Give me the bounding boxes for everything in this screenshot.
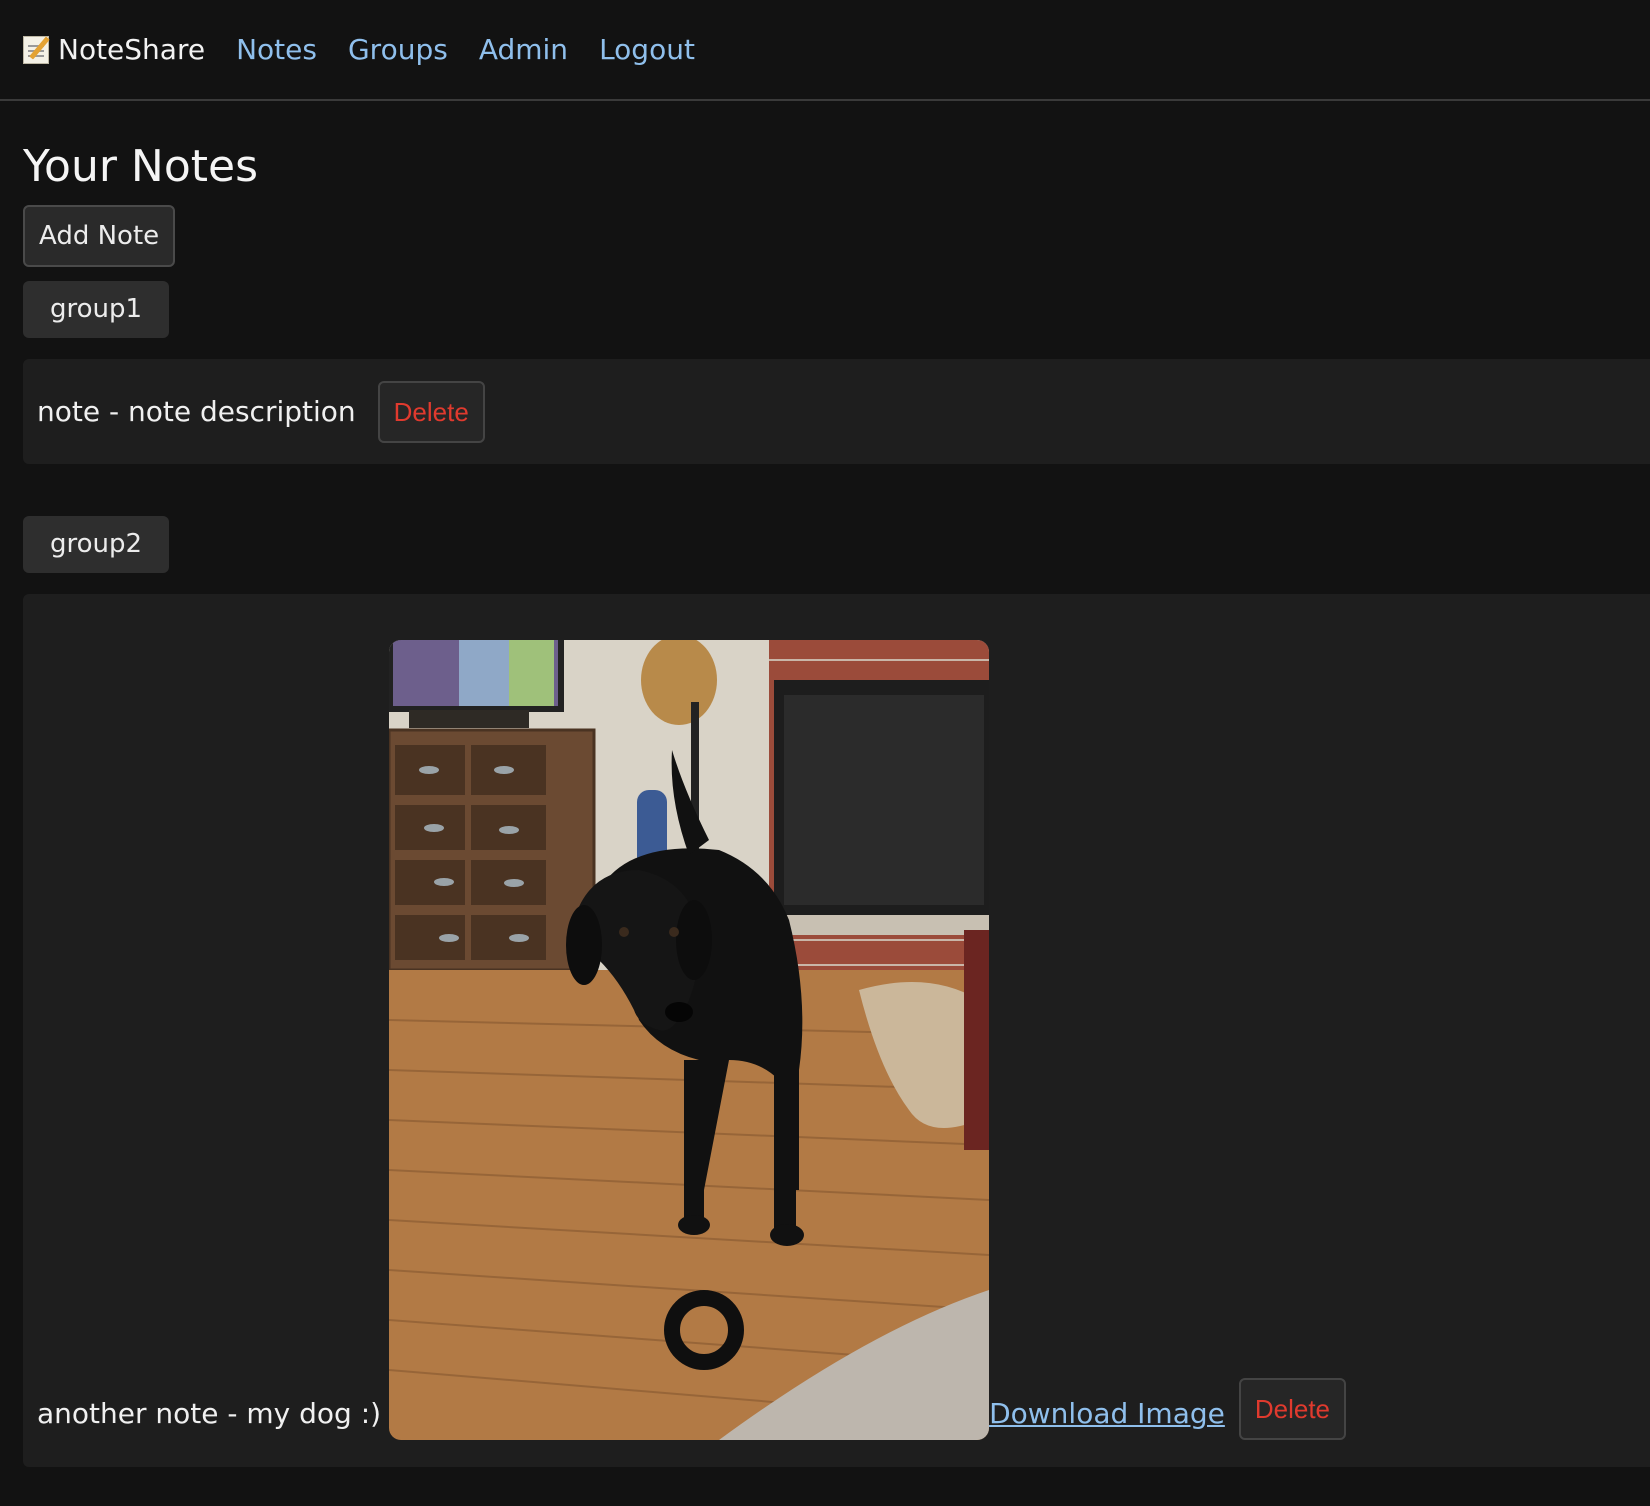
note-card: note - note description Delete: [23, 359, 1650, 464]
download-image-link[interactable]: Download Image: [989, 1397, 1225, 1430]
group-label[interactable]: group2: [23, 516, 170, 573]
memo-icon: [23, 35, 50, 64]
brand[interactable]: NoteShare: [23, 33, 205, 66]
group-section: group2 another note - my dog :) Download…: [23, 516, 1650, 1467]
group-label[interactable]: group1: [23, 281, 170, 338]
main-content: Your Notes Add Note group1 note - note d…: [0, 145, 1650, 1467]
brand-name: NoteShare: [58, 33, 206, 66]
note-card: another note - my dog :) Download Image …: [23, 594, 1650, 1467]
page-title: Your Notes: [23, 141, 258, 192]
note-image: [389, 640, 990, 1440]
nav-link-groups[interactable]: Groups: [348, 33, 448, 66]
navbar: NoteShare Notes Groups Admin Logout: [0, 0, 1650, 101]
group-section: group1 note - note description Delete: [23, 281, 1650, 464]
delete-note-button[interactable]: Delete: [377, 380, 485, 443]
note-text: another note - my dog :): [37, 1397, 382, 1430]
nav-link-admin[interactable]: Admin: [479, 33, 568, 66]
nav-link-logout[interactable]: Logout: [599, 33, 695, 66]
delete-note-button[interactable]: Delete: [1238, 1378, 1347, 1440]
nav-link-notes[interactable]: Notes: [236, 33, 317, 66]
note-text: note - note description: [37, 395, 356, 428]
add-note-button[interactable]: Add Note: [23, 205, 176, 267]
